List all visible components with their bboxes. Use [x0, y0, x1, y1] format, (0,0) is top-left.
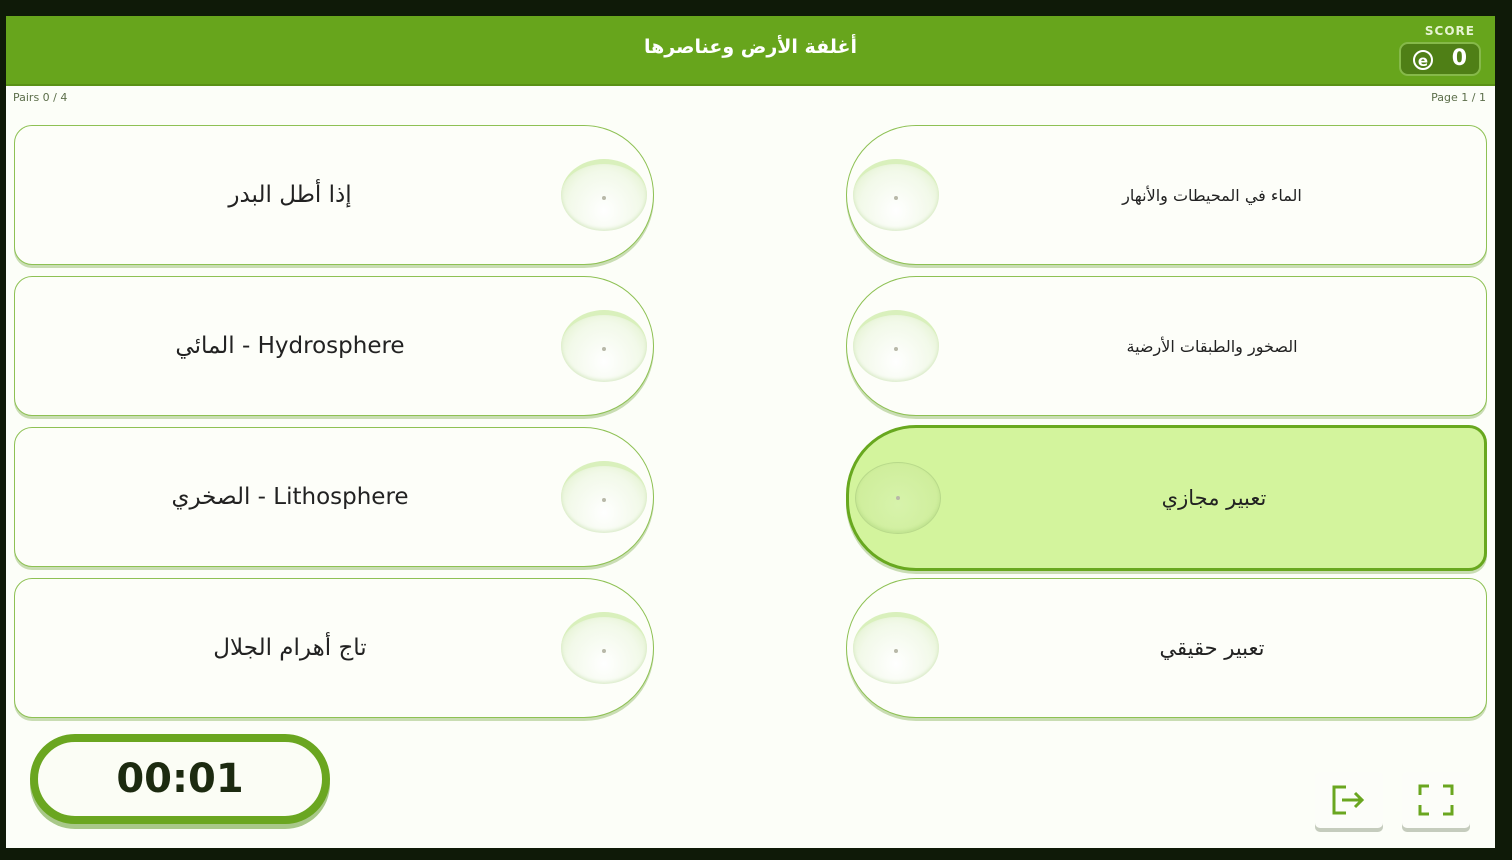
score-label: SCORE: [1424, 24, 1475, 38]
card-label: تعبير مجازي: [1161, 486, 1267, 510]
exit-icon: [1332, 785, 1365, 815]
pairs-counter: Pairs 0 / 4: [13, 91, 68, 104]
left-card-1[interactable]: إذا أطل البدر: [14, 125, 654, 265]
connector-knob[interactable]: [853, 159, 939, 231]
connector-knob[interactable]: [561, 612, 647, 684]
connector-dot: [602, 648, 606, 653]
connector-knob[interactable]: [853, 310, 939, 382]
right-card-2[interactable]: الصخور والطبقات الأرضية: [846, 276, 1487, 416]
right-card-1[interactable]: الماء في المحيطات والأنهار: [846, 125, 1487, 265]
left-card-4[interactable]: تاج أهرام الجلال: [14, 578, 654, 718]
card-label: تعبير حقيقي: [1159, 636, 1265, 660]
score-box: e 0: [1399, 42, 1481, 76]
left-card-2[interactable]: Hydrosphere - المائي: [14, 276, 654, 416]
game-frame: أغلفة الأرض وعناصرها SCORE e 0 Pairs 0 /…: [6, 16, 1495, 848]
connector-dot: [896, 496, 900, 500]
e-coin-icon: e: [1413, 50, 1433, 70]
connector-knob[interactable]: [855, 462, 941, 534]
connector-dot: [894, 648, 898, 653]
card-label: إذا أطل البدر: [228, 182, 352, 208]
fullscreen-button[interactable]: [1402, 772, 1470, 828]
right-card-4[interactable]: تعبير حقيقي: [846, 578, 1487, 718]
score-value: 0: [1451, 46, 1467, 71]
connector-knob[interactable]: [561, 159, 647, 231]
card-label: الصخور والطبقات الأرضية: [1126, 336, 1298, 356]
connector-dot: [894, 346, 898, 351]
connector-dot: [602, 195, 606, 200]
page-counter: Page 1 / 1: [1431, 91, 1486, 104]
card-label: تاج أهرام الجلال: [213, 635, 367, 661]
exit-button[interactable]: [1315, 772, 1383, 828]
timer: 00:01: [30, 734, 330, 824]
right-card-3-selected[interactable]: تعبير مجازي: [846, 425, 1487, 571]
connector-dot: [602, 346, 606, 351]
header-bar: أغلفة الأرض وعناصرها SCORE e 0: [6, 16, 1495, 86]
fullscreen-icon: [1418, 784, 1454, 816]
connector-knob[interactable]: [853, 612, 939, 684]
game-title: أغلفة الأرض وعناصرها: [644, 36, 857, 58]
connector-dot: [894, 195, 898, 200]
connector-knob[interactable]: [561, 461, 647, 533]
connector-dot: [602, 497, 606, 502]
left-card-3[interactable]: Lithosphere - الصخري: [14, 427, 654, 567]
card-label: Hydrosphere - المائي: [175, 333, 405, 359]
card-label: Lithosphere - الصخري: [171, 484, 409, 510]
connector-knob[interactable]: [561, 310, 647, 382]
card-label: الماء في المحيطات والأنهار: [1122, 185, 1302, 205]
